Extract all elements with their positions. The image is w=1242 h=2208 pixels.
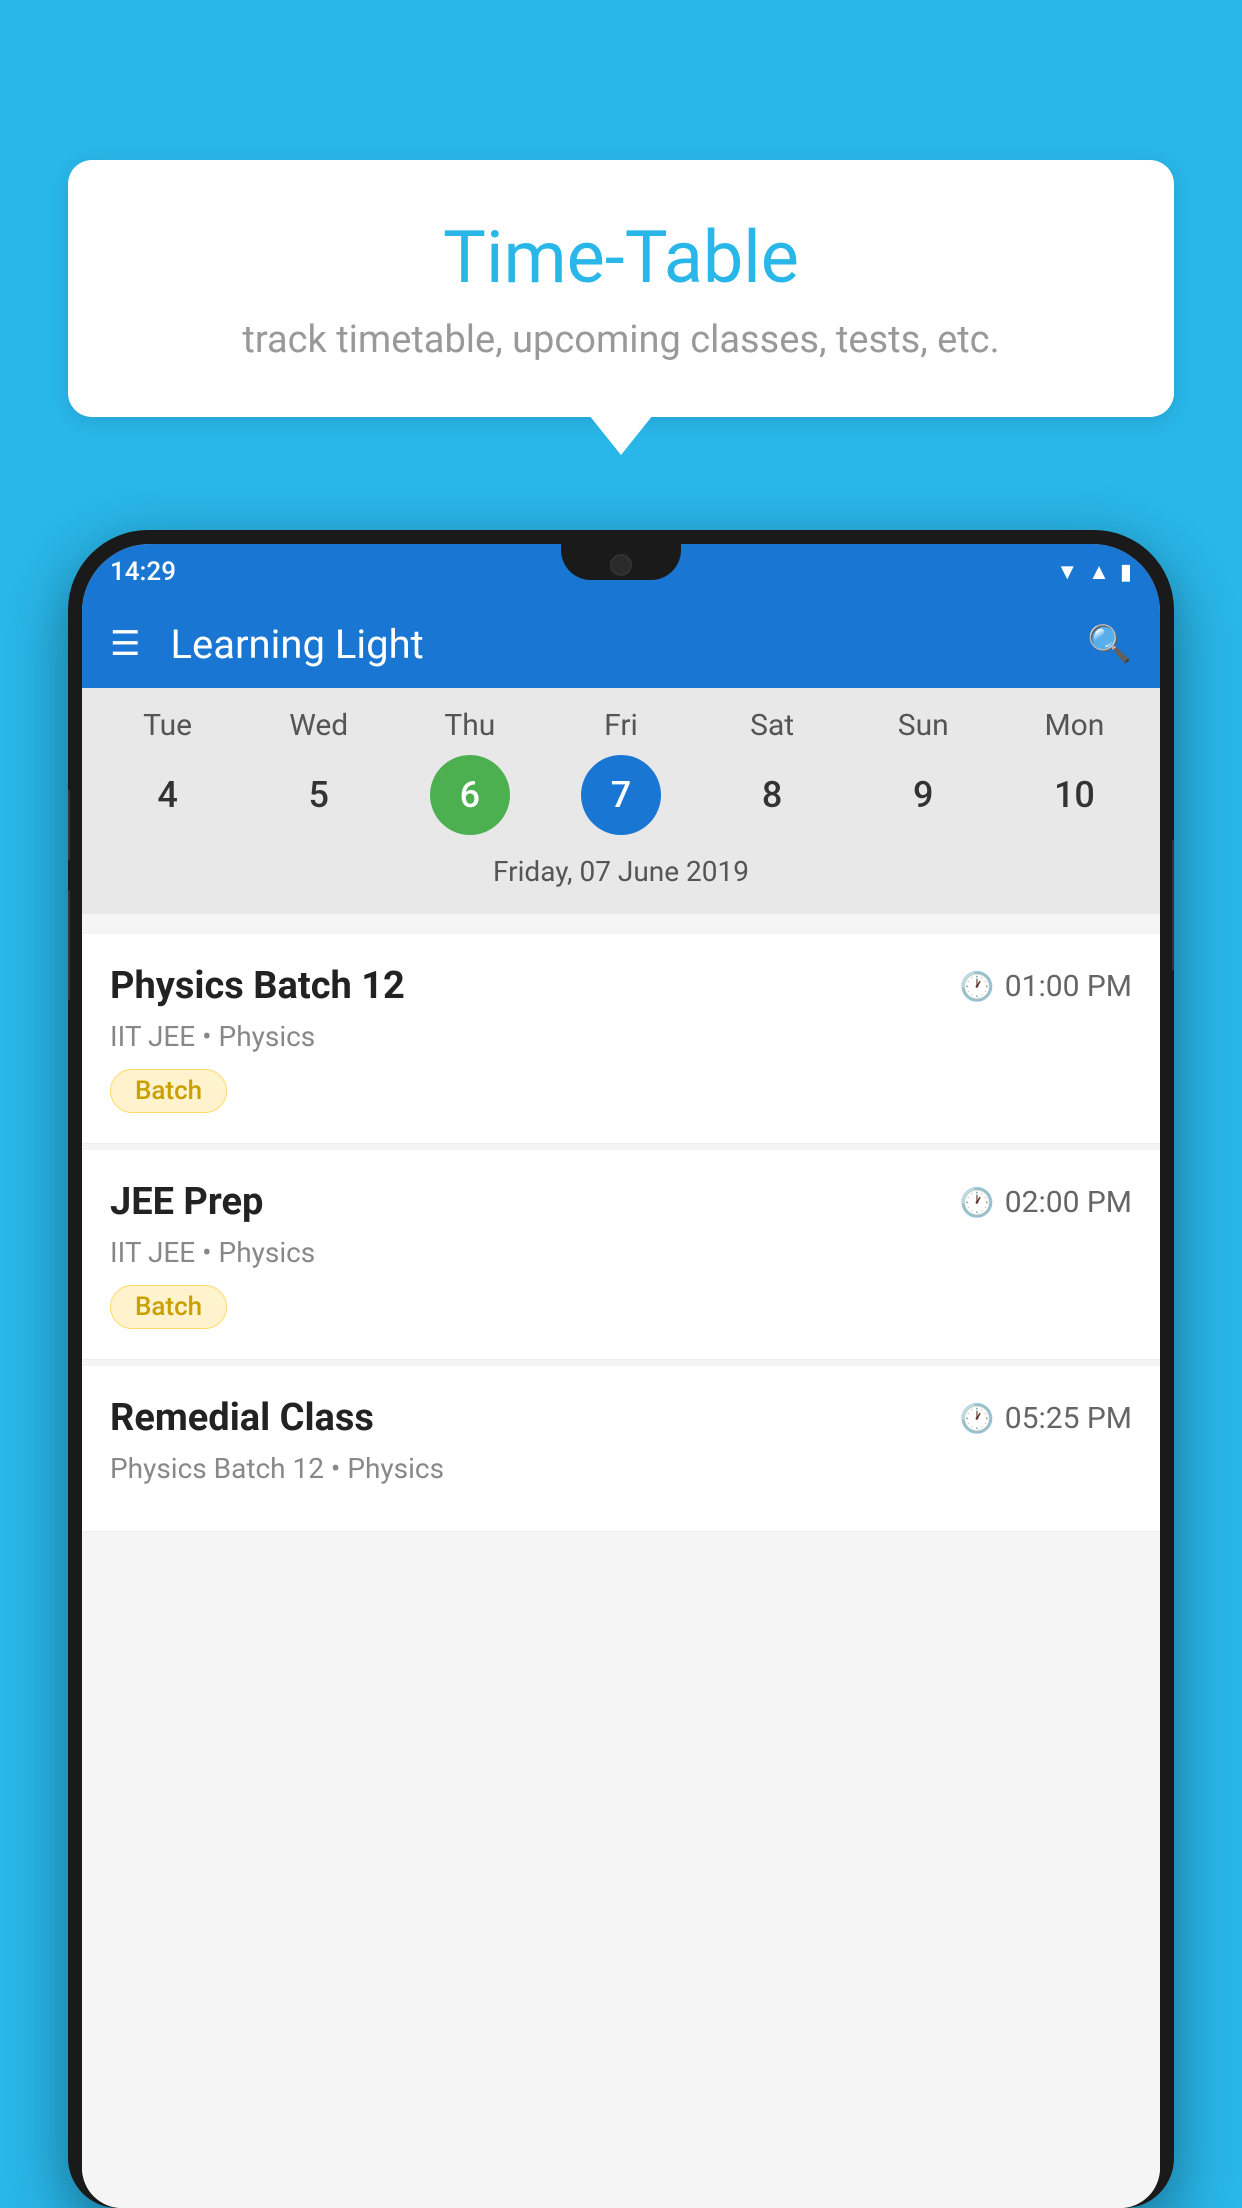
schedule-item[interactable]: Physics Batch 12 🕐 01:00 PM IIT JEE • Ph… <box>82 934 1160 1144</box>
schedule-name: JEE Prep <box>110 1180 263 1224</box>
schedule-meta: IIT JEE • Physics <box>110 1020 1132 1053</box>
clock-icon: 🕐 <box>960 1402 995 1435</box>
day-number[interactable]: 6 <box>430 755 510 835</box>
tooltip-title: Time-Table <box>128 215 1114 300</box>
notch <box>561 544 681 580</box>
tooltip-card: Time-Table track timetable, upcoming cla… <box>68 160 1174 417</box>
status-icons: ▼ ▲ ▮ <box>1056 559 1132 585</box>
batch-tag: Batch <box>110 1069 227 1113</box>
day-name: Tue <box>128 708 208 743</box>
app-bar: ☰ Learning Light 🔍 <box>82 600 1160 688</box>
wifi-icon: ▼ <box>1056 559 1078 585</box>
schedule-time: 🕐 05:25 PM <box>960 1401 1132 1436</box>
day-number[interactable]: 4 <box>128 755 208 835</box>
selected-date: Friday, 07 June 2019 <box>82 847 1160 904</box>
day-names: Tue Wed Thu Fri Sat Sun Mon <box>82 708 1160 743</box>
menu-icon[interactable]: ☰ <box>110 627 140 661</box>
schedule-item[interactable]: JEE Prep 🕐 02:00 PM IIT JEE • Physics Ba… <box>82 1150 1160 1360</box>
tooltip-subtitle: track timetable, upcoming classes, tests… <box>128 318 1114 362</box>
day-name: Mon <box>1034 708 1114 743</box>
phone-screen: 14:29 ▼ ▲ ▮ ☰ Learning Light 🔍 Tue Wed Thu… <box>82 544 1160 2208</box>
schedule-list: Physics Batch 12 🕐 01:00 PM IIT JEE • Ph… <box>82 934 1160 2208</box>
volume-up-button[interactable] <box>68 890 70 1000</box>
day-name: Sat <box>732 708 812 743</box>
schedule-item-header: Remedial Class 🕐 05:25 PM <box>110 1396 1132 1440</box>
schedule-meta: IIT JEE • Physics <box>110 1236 1132 1269</box>
status-time: 14:29 <box>110 557 176 587</box>
day-number[interactable]: 8 <box>732 755 812 835</box>
batch-tag: Batch <box>110 1285 227 1329</box>
day-name: Thu <box>430 708 510 743</box>
day-name: Sun <box>883 708 963 743</box>
schedule-name: Physics Batch 12 <box>110 964 405 1008</box>
calendar-header: Tue Wed Thu Fri Sat Sun Mon 456789 10 Friday, 0… <box>82 688 1160 914</box>
volume-down-button[interactable] <box>68 790 70 860</box>
schedule-item[interactable]: Remedial Class 🕐 05:25 PM Physics Batch … <box>82 1366 1160 1532</box>
day-numbers: 456789 10 <box>82 755 1160 835</box>
phone-frame: 14:29 ▼ ▲ ▮ ☰ Learning Light 🔍 Tue Wed Thu… <box>68 530 1174 2208</box>
day-number[interactable]: 10 <box>1034 755 1114 835</box>
schedule-item-header: Physics Batch 12 🕐 01:00 PM <box>110 964 1132 1008</box>
clock-icon: 🕐 <box>960 970 995 1003</box>
day-name: Fri <box>581 708 661 743</box>
signal-icon: ▲ <box>1088 559 1110 585</box>
schedule-time: 🕐 02:00 PM <box>960 1185 1132 1220</box>
schedule-meta: Physics Batch 12 • Physics <box>110 1452 1132 1485</box>
battery-icon: ▮ <box>1120 560 1132 585</box>
day-number[interactable]: 5 <box>279 755 359 835</box>
schedule-item-header: JEE Prep 🕐 02:00 PM <box>110 1180 1132 1224</box>
day-number[interactable]: 7 <box>581 755 661 835</box>
search-icon[interactable]: 🔍 <box>1087 623 1132 665</box>
schedule-time: 🕐 01:00 PM <box>960 969 1132 1004</box>
camera <box>610 554 632 576</box>
day-number[interactable]: 9 <box>883 755 963 835</box>
day-name: Wed <box>279 708 359 743</box>
clock-icon: 🕐 <box>960 1186 995 1219</box>
power-button[interactable] <box>1172 840 1174 970</box>
schedule-name: Remedial Class <box>110 1396 374 1440</box>
app-title: Learning Light <box>170 621 1087 668</box>
